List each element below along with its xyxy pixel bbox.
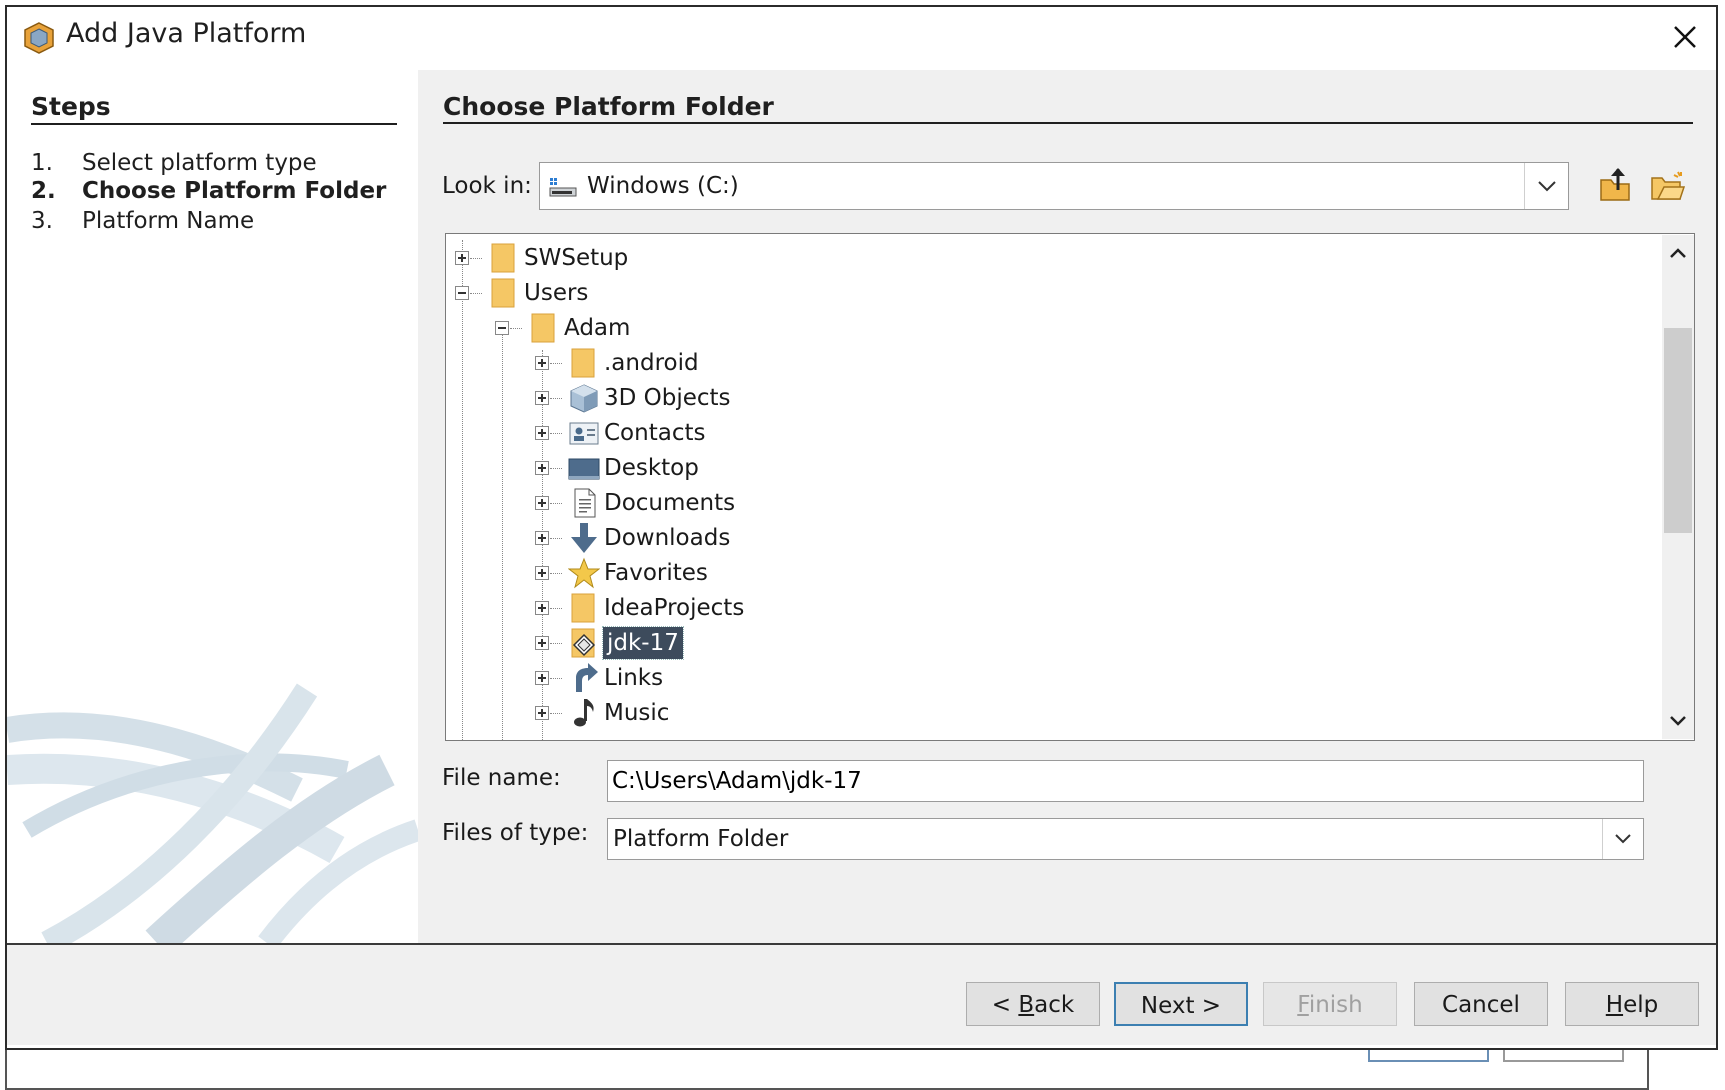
files-of-type-label: Files of type: — [442, 820, 589, 846]
links-icon — [576, 663, 598, 692]
expand-icon[interactable] — [535, 706, 549, 720]
back-button-mnemonic: B — [1018, 992, 1035, 1018]
expand-icon[interactable] — [535, 496, 549, 510]
tree-node-label: Adam — [564, 315, 631, 341]
music-icon — [574, 699, 594, 727]
tree-node-label: Desktop — [604, 455, 699, 481]
tree-node-label: Links — [604, 665, 664, 691]
tree-node-label: Downloads — [604, 525, 731, 551]
tree-node-label: IdeaProjects — [604, 595, 745, 621]
scroll-down-icon[interactable] — [1664, 706, 1692, 734]
netbeans-cube-icon — [24, 22, 54, 54]
step-label: Select platform type — [82, 150, 317, 176]
chevron-down-icon[interactable] — [1524, 163, 1569, 209]
next-button[interactable]: Next > — [1114, 982, 1248, 1026]
help-button[interactable]: Help — [1565, 982, 1699, 1026]
window-title: Add Java Platform — [66, 18, 307, 49]
tree-node-label: Contacts — [604, 420, 706, 446]
expand-icon[interactable] — [535, 391, 549, 405]
file-name-label: File name: — [442, 765, 561, 791]
folder-icon — [491, 243, 515, 273]
chevron-down-icon[interactable] — [1602, 819, 1644, 859]
tree-connector — [462, 240, 463, 740]
up-one-level-icon[interactable] — [1598, 166, 1632, 204]
step-label: Choose Platform Folder — [82, 178, 387, 204]
tree-node-label-selected: jdk-17 — [602, 626, 684, 660]
documents-icon — [574, 488, 596, 518]
expand-icon[interactable] — [535, 356, 549, 370]
desktop-icon — [568, 458, 600, 480]
expand-icon[interactable] — [535, 426, 549, 440]
help-button-label: elp — [1623, 992, 1659, 1018]
expand-icon[interactable] — [535, 671, 549, 685]
look-in-label: Look in: — [442, 173, 532, 199]
finish-button-label: inish — [1308, 992, 1363, 1018]
finish-button: Finish — [1263, 982, 1397, 1026]
back-button[interactable]: < Back — [966, 982, 1100, 1026]
tree-node-label: 3D Objects — [604, 385, 731, 411]
downloads-icon — [571, 523, 597, 553]
step-number: 1. — [31, 150, 53, 176]
folder-icon — [531, 313, 555, 343]
3d-objects-icon — [570, 384, 598, 413]
finish-button-mnemonic: F — [1297, 992, 1309, 1018]
scrollbar-thumb[interactable] — [1664, 328, 1692, 533]
new-folder-icon[interactable] — [1650, 170, 1686, 202]
java-platform-icon — [571, 628, 596, 658]
tree-node-label: .android — [604, 350, 699, 376]
tree-node-label: Documents — [604, 490, 736, 516]
expand-icon[interactable] — [535, 566, 549, 580]
expand-icon[interactable] — [455, 251, 469, 265]
folder-icon — [571, 593, 595, 623]
folder-icon — [491, 278, 515, 308]
step-number: 3. — [31, 208, 53, 234]
expand-icon[interactable] — [535, 461, 549, 475]
tree-node-label: Music — [604, 700, 670, 726]
step-label: Platform Name — [82, 208, 255, 234]
back-button-label: ack — [1034, 992, 1075, 1018]
step-number: 2. — [31, 178, 56, 204]
folder-icon — [571, 348, 595, 378]
expand-icon[interactable] — [535, 531, 549, 545]
drive-icon — [549, 178, 577, 197]
contacts-icon — [569, 422, 599, 445]
look-in-value: Windows (C:) — [587, 173, 739, 199]
steps-divider — [31, 123, 397, 125]
steps-title: Steps — [31, 92, 111, 121]
title-divider — [443, 122, 1693, 124]
collapse-icon[interactable] — [455, 286, 469, 300]
file-name-input[interactable] — [607, 760, 1644, 802]
expand-icon[interactable] — [535, 636, 549, 650]
favorites-icon — [568, 557, 600, 589]
close-icon[interactable] — [1668, 20, 1702, 54]
cancel-button[interactable]: Cancel — [1414, 982, 1548, 1026]
tree-node-label: Favorites — [604, 560, 708, 586]
scroll-up-icon[interactable] — [1664, 240, 1692, 268]
page-title: Choose Platform Folder — [443, 92, 774, 121]
collapse-icon[interactable] — [495, 321, 509, 335]
tree-node-label: SWSetup — [524, 245, 629, 271]
help-button-mnemonic: H — [1605, 992, 1624, 1018]
expand-icon[interactable] — [535, 601, 549, 615]
back-button-prefix: < — [991, 992, 1019, 1018]
tree-connector — [502, 330, 503, 740]
tree-node-label: Users — [524, 280, 589, 306]
files-of-type-value: Platform Folder — [613, 826, 789, 852]
